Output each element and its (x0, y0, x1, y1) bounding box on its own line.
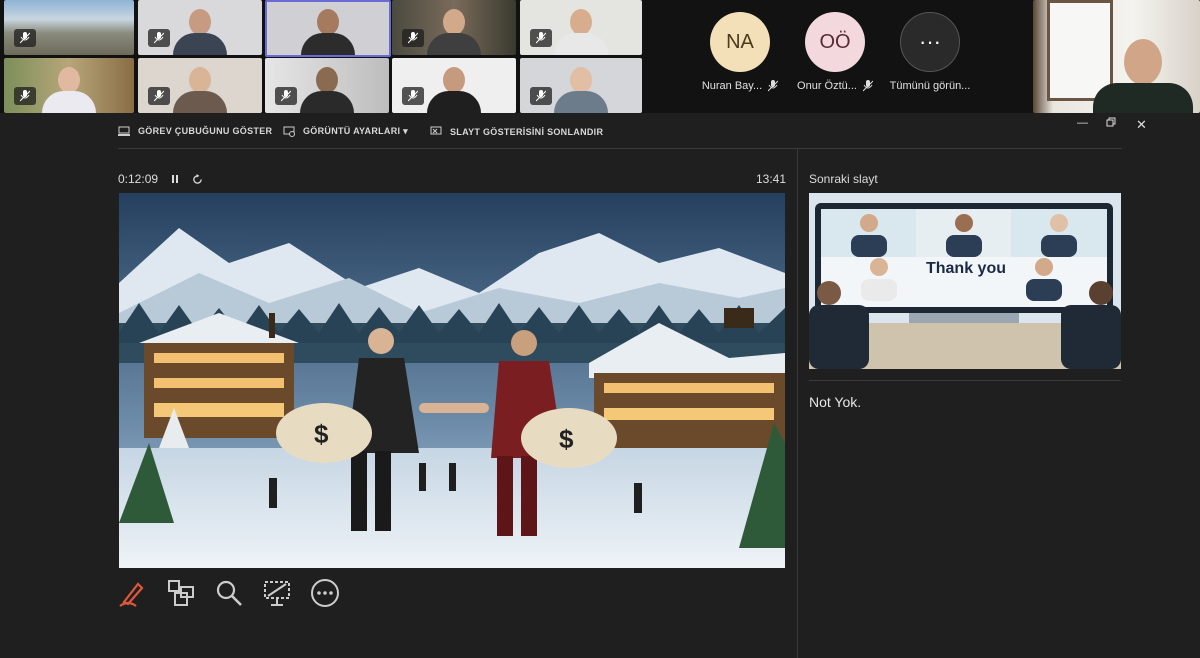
mic-muted-icon (14, 87, 36, 105)
mic-muted-icon (530, 29, 552, 47)
mic-muted-icon (402, 29, 424, 47)
zoom-button[interactable] (214, 578, 244, 608)
see-all-button[interactable]: ··· Tümünü görün... (885, 12, 975, 92)
participant-video-tile[interactable] (520, 58, 642, 113)
restore-icon (1106, 117, 1116, 127)
mic-muted-icon (275, 87, 297, 105)
close-button[interactable]: ✕ (1136, 117, 1147, 133)
participant-video-tile[interactable] (4, 58, 134, 113)
next-slide-label: Sonraki slayt (809, 172, 878, 186)
mic-muted-icon (862, 80, 873, 92)
show-taskbar-button[interactable]: GÖREV ÇUBUĞUNU GÖSTER (118, 126, 272, 136)
participant-video-tile[interactable] (138, 58, 262, 113)
avatar: NA (710, 12, 770, 72)
mic-muted-icon (14, 29, 36, 47)
mic-muted-icon (530, 87, 552, 105)
restore-button[interactable] (1106, 117, 1116, 130)
participant-video-tile[interactable] (138, 0, 262, 55)
mic-muted-icon (148, 29, 170, 47)
restart-timer-icon[interactable] (192, 173, 203, 185)
participant-video-tile[interactable] (392, 0, 516, 55)
minimize-button[interactable]: — (1077, 117, 1088, 129)
taskbar-icon (118, 126, 130, 136)
more-options-button[interactable] (310, 578, 340, 608)
end-slideshow-icon (430, 126, 442, 135)
participant-avatar-na[interactable]: NA Nuran Bay... (695, 12, 785, 92)
svg-text:$: $ (559, 424, 574, 454)
participant-avatar-oo[interactable]: OÖ Onur Öztü... (790, 12, 880, 92)
avatar: OÖ (805, 12, 865, 72)
magnifier-icon (216, 580, 242, 606)
svg-text:$: $ (314, 419, 329, 449)
pen-icon (119, 582, 144, 607)
thank-you-text: Thank you (925, 260, 1006, 277)
current-slide[interactable]: $ $ (119, 193, 785, 568)
mic-muted-icon (402, 87, 424, 105)
participant-video-tile[interactable] (520, 0, 642, 55)
participant-video-tile[interactable] (4, 0, 134, 55)
participant-name: Nuran Bay... (701, 80, 763, 92)
see-all-slides-button[interactable] (166, 578, 196, 608)
black-screen-button[interactable] (262, 578, 292, 608)
next-slide-preview[interactable]: Thank you (809, 193, 1121, 369)
end-slideshow-button[interactable]: SLAYT GÖSTERİSİNİ SONLANDIR (430, 126, 603, 137)
ellipsis-icon (311, 579, 339, 607)
current-time: 13:41 (756, 172, 787, 186)
participant-video-tile-active[interactable] (265, 0, 391, 57)
thank-you-slide-illustration (809, 193, 1121, 369)
slides-grid-icon (168, 580, 194, 606)
participant-video-tile[interactable] (392, 58, 516, 113)
participant-video-tile[interactable] (265, 58, 389, 113)
ellipsis-icon: ··· (900, 12, 960, 72)
screen-toggle-icon (264, 581, 290, 606)
participant-name: Onur Öztü... (797, 80, 857, 92)
divider (118, 148, 1122, 149)
display-settings-icon (283, 126, 295, 137)
pen-tool-button[interactable] (118, 578, 148, 608)
pause-icon[interactable] (170, 174, 180, 184)
display-settings-button[interactable]: GÖRÜNTÜ AYARLARI ▾ (283, 126, 408, 137)
divider (797, 148, 798, 658)
winter-handshake-illustration: $ $ (119, 193, 785, 568)
mic-muted-icon (148, 87, 170, 105)
participant-strip: NA Nuran Bay... OÖ Onur Öztü... ··· Tümü… (0, 0, 1200, 113)
elapsed-time: 0:12:09 (118, 172, 159, 186)
divider (809, 380, 1121, 381)
speaker-notes[interactable]: Not Yok. (809, 394, 861, 410)
self-video-tile[interactable] (1033, 0, 1200, 113)
see-all-label: Tümünü görün... (889, 80, 971, 92)
mic-muted-icon (768, 80, 779, 92)
slideshow-timer: 0:12:09 (118, 172, 203, 186)
